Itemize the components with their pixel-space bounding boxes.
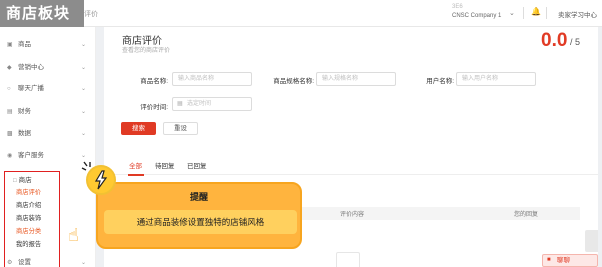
empty-state-icon	[336, 252, 360, 267]
sidebar-item-settings[interactable]: ⚙ 设置 ⌄	[0, 256, 96, 267]
review-time-placeholder: 选定时间	[187, 101, 212, 107]
seller-center-link[interactable]: 卖家学习中心	[558, 9, 597, 19]
chevron-down-icon: ⌄	[80, 109, 86, 115]
calendar-icon: ▦	[177, 101, 183, 107]
store-icon: □	[13, 178, 17, 184]
sidebar-item-data[interactable]: ▩ 数据 ⌄	[0, 127, 96, 141]
sidebar-item-label: 数据	[18, 130, 31, 137]
chat-icon: ○	[7, 86, 11, 92]
sidebar-item-finance[interactable]: ▤ 财务 ⌄	[0, 105, 96, 119]
sidebar-subitem-shop-decoration[interactable]: 商店装饰	[16, 213, 41, 222]
spec-name-label: 商品规格名称:	[273, 78, 314, 85]
sidebar-subitem-shop-reviews[interactable]: 商店评价	[16, 187, 41, 196]
review-tabs: 全部 待回复 已回复	[104, 157, 598, 175]
sidebar-item-shop[interactable]: □ 商店	[13, 174, 32, 184]
reset-button[interactable]: 重设	[163, 122, 198, 135]
chevron-down-icon: ⌄	[80, 86, 86, 92]
sidebar-item-label: 财务	[18, 108, 31, 115]
chevron-down-icon: ⌄	[80, 42, 86, 48]
shop-score: 0.0	[541, 30, 568, 51]
sidebar: ▣ 商品 ⌄ ◆ 营销中心 ⌄ ○ 聊天广播 ⌄ ▤ 财务 ⌄ ▩ 数据 ⌄ ◉…	[0, 27, 96, 267]
chevron-down-icon: ⌄	[80, 65, 86, 71]
column-review-content: 评价内容	[340, 212, 365, 218]
user-name-label: 用户名称:	[426, 78, 454, 85]
shop-submenu-highlight: □ 商店 商店评价 商店介绍 商店装饰 商店分类 我的报告	[4, 171, 60, 267]
gear-icon: ⚙	[7, 260, 13, 266]
sidebar-item-label: 商品	[18, 41, 31, 48]
page-subtitle: 查看您的商店评价	[122, 48, 171, 54]
product-name-label: 商品名称:	[140, 78, 168, 85]
pointing-hand-icon: ☝	[68, 225, 79, 245]
sidebar-subitem-shop-category[interactable]: 商店分类	[16, 226, 41, 235]
tab-all[interactable]: 全部	[129, 160, 142, 170]
bag-icon: ▣	[7, 42, 13, 48]
sidebar-item-label: 商店	[18, 177, 32, 184]
review-time-label: 评价时间:	[140, 104, 168, 111]
sidebar-item-label: 设置	[18, 259, 31, 266]
sparkle-rays-icon	[81, 161, 91, 171]
brand-banner: 商店板块	[0, 0, 84, 27]
megaphone-icon: ◆	[7, 65, 12, 71]
tooltip-body: 通过商品装修设置独特的店铺风格	[104, 210, 297, 234]
sidebar-item-label: 聊天广播	[18, 85, 44, 92]
chart-icon: ▩	[7, 131, 13, 137]
sidebar-item-label: 客户服务	[18, 152, 44, 159]
spec-name-input[interactable]: 输入规格名称	[316, 72, 396, 86]
chat-bubble-icon: ■	[547, 257, 551, 263]
tab-replied[interactable]: 已回复	[187, 160, 207, 170]
sidebar-item-broadcast[interactable]: ○ 聊天广播 ⌄	[0, 82, 96, 96]
user-name-input[interactable]: 输入用户名称	[456, 72, 536, 86]
sidebar-subitem-my-report[interactable]: 我的报告	[16, 239, 41, 248]
sidebar-item-products[interactable]: ▣ 商品 ⌄	[0, 38, 96, 52]
tab-pending-reply[interactable]: 待回复	[155, 160, 175, 170]
review-time-input[interactable]: ▦ 选定时间	[172, 97, 252, 111]
active-tab-indicator	[128, 174, 144, 176]
chat-contact-button[interactable]: ■ 聊聊	[542, 254, 598, 267]
shop-score-max: / 5	[570, 37, 581, 47]
headset-icon: ◉	[7, 153, 13, 159]
chevron-down-icon: ⌄	[80, 260, 86, 266]
chat-contact-label: 聊聊	[557, 257, 570, 264]
sidebar-subitem-shop-intro[interactable]: 商店介绍	[16, 200, 41, 209]
tooltip-callout: 提醒 通过商品装修设置独特的店铺风格	[96, 182, 302, 249]
wallet-icon: ▤	[7, 109, 13, 115]
divider	[546, 7, 547, 19]
top-bar: 商店板块 评价 3E6 CNSC Company 1 ⌄ 🔔 卖家学习中心	[0, 0, 602, 27]
sidebar-item-label: 营销中心	[18, 64, 44, 71]
search-button[interactable]: 搜索	[121, 122, 156, 135]
brand-tail-text: 评价	[84, 11, 98, 18]
divider	[523, 7, 524, 19]
bell-icon[interactable]: 🔔	[531, 7, 541, 16]
column-your-reply: 您的回复	[514, 212, 539, 218]
tooltip-title: 提醒	[189, 192, 208, 202]
product-name-input[interactable]: 输入商品名称	[172, 72, 252, 86]
chevron-down-icon[interactable]: ⌄	[509, 9, 515, 17]
floating-side-tab[interactable]	[585, 230, 598, 252]
sidebar-item-marketing[interactable]: ◆ 营销中心 ⌄	[0, 61, 96, 75]
chevron-down-icon: ⌄	[80, 131, 86, 137]
